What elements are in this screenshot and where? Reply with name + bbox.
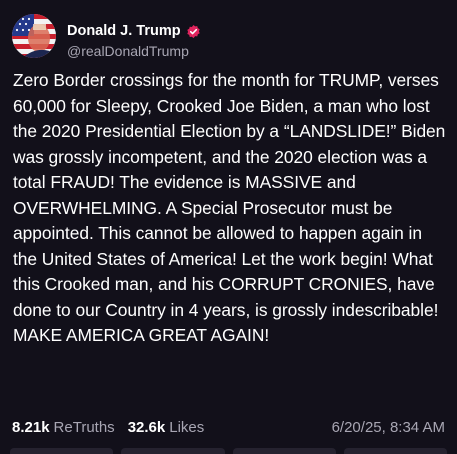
action-button-edge bbox=[10, 448, 114, 454]
post-timestamp[interactable]: 6/20/25, 8:34 AM bbox=[332, 419, 445, 436]
post-card: Donald J. Trump @realDonaldTrump Zero Bo… bbox=[0, 0, 457, 454]
action-button-edge bbox=[121, 448, 225, 454]
post-body-text: Zero Border crossings for the month for … bbox=[13, 70, 446, 345]
action-button-edge bbox=[232, 448, 336, 454]
likes-label: Likes bbox=[169, 418, 205, 436]
retruths-stat[interactable]: 8.21k ReTruths bbox=[12, 419, 115, 436]
likes-stat[interactable]: 32.6k Likes bbox=[128, 419, 205, 436]
author-display-name[interactable]: Donald J. Trump bbox=[67, 23, 181, 39]
action-bar-edge bbox=[0, 448, 457, 454]
post-stats-row: 8.21k ReTruths 32.6k Likes 6/20/25, 8:34… bbox=[12, 416, 445, 438]
avatar-flag-portrait-image bbox=[12, 14, 56, 58]
author-handle[interactable]: @realDonaldTrump bbox=[67, 43, 189, 59]
likes-count: 32.6k bbox=[127, 418, 166, 436]
verified-badge-icon bbox=[186, 24, 201, 39]
retruths-count: 8.21k bbox=[12, 418, 50, 436]
retruths-label: ReTruths bbox=[53, 418, 115, 436]
avatar[interactable] bbox=[12, 14, 56, 58]
action-button-edge bbox=[343, 448, 447, 454]
author-row: Donald J. Trump bbox=[67, 22, 201, 40]
